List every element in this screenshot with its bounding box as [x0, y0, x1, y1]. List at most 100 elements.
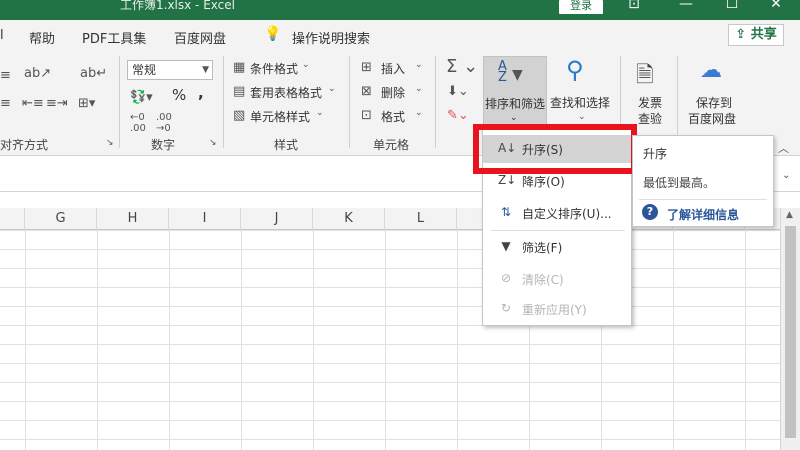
column-header-j[interactable]: J	[241, 208, 313, 230]
menu-item-reapply[interactable]: ↻ 重新应用(Y)	[483, 295, 631, 323]
format-button[interactable]: 格式	[381, 108, 405, 125]
chevron-down-icon: ⌄	[578, 112, 586, 122]
scroll-up-icon[interactable]: ▲	[786, 210, 793, 220]
menu-item-help[interactable]: 帮助	[29, 28, 55, 47]
chevron-down-icon: ⌄	[415, 60, 423, 70]
increase-indent-icon[interactable]: ≡⇥	[46, 96, 68, 111]
invoice-label-line2[interactable]: 查验	[638, 110, 662, 127]
merge-cells-icon[interactable]: ⊞▾	[78, 96, 95, 111]
menu-item-label: 清除(C)	[522, 273, 564, 287]
tooltip-title: 升序	[643, 147, 668, 161]
align-left-icon[interactable]: ≡	[0, 96, 11, 111]
orientation-icon[interactable]: ab↗	[24, 66, 51, 81]
chevron-down-icon: ⌄	[510, 113, 518, 123]
menu-separator	[491, 230, 625, 231]
column-header-partial[interactable]	[0, 208, 25, 230]
sort-az-icon: AZ	[498, 59, 507, 85]
align-lines-icon[interactable]: ≡	[0, 68, 11, 83]
share-button[interactable]: ⇪ 共享	[728, 24, 784, 46]
share-icon: ⇪	[735, 27, 747, 42]
format-as-table-button[interactable]: 套用表格格式	[250, 84, 322, 101]
autosum-icon[interactable]: Σ ⌄	[446, 56, 478, 77]
tooltip-separator	[639, 199, 767, 200]
delete-button[interactable]: 删除	[381, 84, 405, 101]
expand-formula-bar-icon[interactable]: ⌄	[782, 170, 790, 181]
scrollbar-thumb[interactable]	[785, 226, 796, 438]
conditional-formatting-button[interactable]: 条件格式	[250, 60, 298, 77]
sort-descending-icon: Z↓	[498, 173, 517, 187]
minimize-icon[interactable]: —	[676, 0, 696, 12]
clear-filter-icon: ⊘	[500, 271, 512, 285]
increase-decimal-icon[interactable]: ←0.00	[130, 112, 146, 134]
menu-item-custom-sort[interactable]: ⇅ 自定义排序(U)...	[483, 199, 631, 227]
share-label: 共享	[750, 27, 777, 42]
lightbulb-icon: 💡	[264, 26, 282, 42]
menu-item-partial[interactable]: l	[0, 28, 4, 43]
group-divider	[119, 56, 120, 148]
ribbon-display-options-icon[interactable]: ⊡	[624, 0, 644, 12]
conditional-formatting-icon: ▦	[233, 60, 246, 75]
menu-item-label: 自定义排序(U)...	[522, 207, 612, 221]
decrease-indent-icon[interactable]: ⇤≡	[22, 96, 44, 111]
sort-and-filter-button[interactable]: AZ ▼ 排序和筛选 ⌄	[483, 56, 547, 128]
baidu-netdisk-icon: ☁	[700, 58, 722, 83]
menu-item-filter[interactable]: ▼ 筛选(F)	[483, 233, 631, 261]
menu-item-pdf-tools[interactable]: PDF工具集	[82, 28, 146, 47]
chevron-down-icon: ⌄	[302, 60, 310, 70]
maximize-icon[interactable]: ☐	[722, 0, 742, 12]
insert-button[interactable]: 插入	[381, 60, 405, 77]
cell-styles-icon: ▧	[233, 108, 246, 123]
currency-icon[interactable]: 💱▾	[130, 90, 153, 105]
fill-icon[interactable]: ⬇⌄	[447, 84, 469, 99]
save-to-baidu-line1[interactable]: 保存到	[696, 94, 732, 111]
filter-icon: ▼	[501, 239, 511, 253]
number-dialog-launcher-icon[interactable]: ↘	[209, 138, 217, 148]
menu-item-label: 重新应用(Y)	[522, 303, 587, 317]
window-title: 工作簿1.xlsx - Excel	[120, 0, 235, 12]
number-format-select[interactable]: 常规 ▼	[127, 60, 213, 80]
format-cells-icon: ⊡	[361, 108, 372, 123]
column-header-h[interactable]: H	[97, 208, 169, 230]
vertical-scrollbar[interactable]: ▲	[780, 208, 800, 450]
tell-me-search[interactable]: 操作说明搜索	[292, 28, 370, 47]
group-divider	[223, 56, 224, 148]
eraser-icon[interactable]: ✎⌄	[447, 108, 469, 123]
magnifier-icon: ⚲	[566, 56, 584, 84]
worksheet-grid[interactable]	[0, 230, 780, 450]
wrap-text-icon[interactable]: ab↵	[80, 66, 107, 81]
funnel-icon: ▼	[512, 67, 523, 83]
cell-styles-button[interactable]: 单元格样式	[250, 108, 310, 125]
column-header-l[interactable]: L	[385, 208, 457, 230]
delete-cells-icon: ⊠	[361, 84, 372, 99]
column-header-i[interactable]: I	[169, 208, 241, 230]
percent-style-button[interactable]: %	[172, 86, 186, 104]
group-label-cells: 单元格	[373, 138, 410, 152]
column-header-g[interactable]: G	[25, 208, 97, 230]
group-divider	[435, 56, 436, 148]
column-header-k[interactable]: K	[313, 208, 385, 230]
alignment-dialog-launcher-icon[interactable]: ↘	[106, 138, 114, 148]
menu-item-label: 降序(O)	[522, 175, 565, 189]
chevron-down-icon: ⌄	[316, 108, 324, 118]
invoice-check-icon: 🗎	[636, 63, 654, 88]
learn-more-link[interactable]: 了解详细信息	[667, 206, 739, 223]
find-and-select-button[interactable]: 查找和选择	[550, 94, 610, 111]
save-to-baidu-line2[interactable]: 百度网盘	[688, 110, 736, 127]
comma-style-button[interactable]: ,	[198, 84, 204, 102]
menu-item-baidu-netdisk[interactable]: 百度网盘	[174, 28, 226, 47]
decrease-decimal-icon[interactable]: .00 →0	[156, 112, 172, 134]
number-format-value: 常规	[132, 63, 157, 77]
chevron-down-icon: ⌄	[415, 108, 423, 118]
menu-item-label: 筛选(F)	[522, 241, 563, 255]
tooltip-sort-ascending: 升序 最低到最高。 ? 了解详细信息	[632, 135, 774, 227]
collapse-ribbon-icon[interactable]: ︿	[778, 140, 789, 156]
sort-and-filter-label: 排序和筛选	[485, 97, 546, 111]
group-label-number: 数字	[151, 138, 176, 152]
custom-sort-icon: ⇅	[500, 205, 512, 219]
group-divider	[349, 56, 350, 148]
menu-bar: l 帮助 PDF工具集 百度网盘 💡 操作说明搜索	[0, 20, 800, 52]
close-icon[interactable]: ✕	[766, 0, 786, 12]
menu-item-clear[interactable]: ⊘ 清除(C)	[483, 265, 631, 293]
login-button[interactable]: 登录	[559, 0, 603, 14]
invoice-label-line1[interactable]: 发票	[638, 94, 662, 111]
